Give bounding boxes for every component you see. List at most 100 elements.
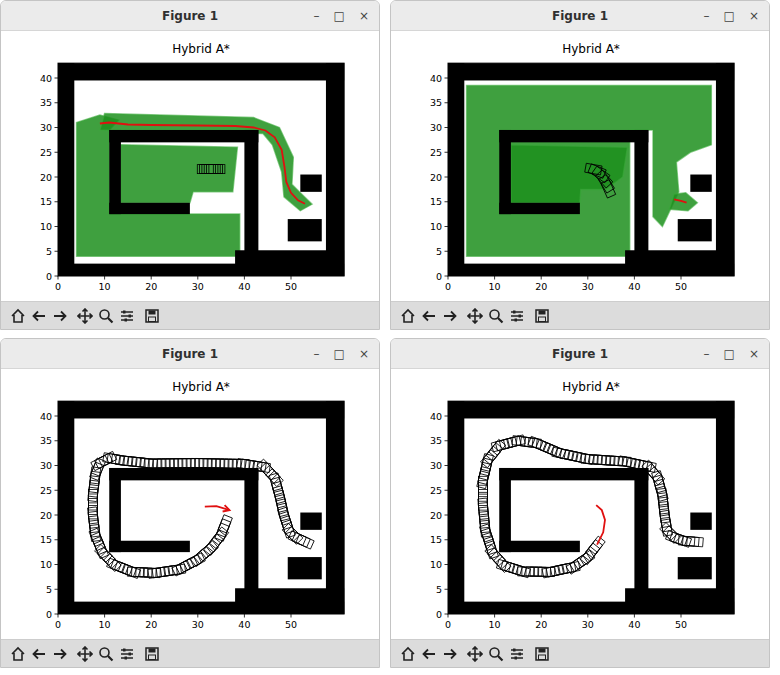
toolbar-button[interactable]	[118, 644, 136, 664]
magnifier-icon[interactable]	[488, 308, 504, 324]
y-tick-label: 15	[430, 196, 442, 207]
toolbar-button[interactable]	[30, 644, 48, 664]
sliders-icon[interactable]	[509, 308, 525, 324]
forward-arrow-icon[interactable]	[442, 308, 458, 324]
window-control[interactable]: □	[724, 348, 735, 360]
obstacle	[288, 557, 322, 579]
plot-figure: Hybrid A*010203040500510152025303540	[1, 369, 379, 639]
save-icon[interactable]	[534, 646, 550, 662]
save-icon[interactable]	[534, 308, 550, 324]
y-tick-label: 20	[430, 510, 442, 521]
move-icon[interactable]	[77, 646, 93, 662]
forward-arrow-icon[interactable]	[52, 646, 68, 662]
toolbar-button[interactable]	[441, 306, 459, 326]
back-arrow-icon[interactable]	[31, 646, 47, 662]
toolbar-button[interactable]	[51, 306, 69, 326]
window-control[interactable]: –	[704, 10, 710, 22]
home-icon[interactable]	[10, 646, 26, 662]
home-icon[interactable]	[10, 308, 26, 324]
forward-arrow-icon[interactable]	[442, 646, 458, 662]
toolbar-button[interactable]	[51, 644, 69, 664]
obstacle	[109, 130, 121, 214]
sliders-icon[interactable]	[119, 646, 135, 662]
toolbar	[391, 639, 769, 667]
toolbar-button[interactable]	[441, 644, 459, 664]
window-title: Figure 1	[552, 9, 608, 23]
magnifier-icon[interactable]	[488, 646, 504, 662]
figure-window: Figure 1 – □ × Hybrid A*010203040500510152…	[0, 338, 380, 668]
toolbar-button[interactable]	[508, 306, 526, 326]
window-control[interactable]: ×	[749, 348, 759, 360]
obstacle	[499, 130, 648, 142]
title-bar[interactable]: Figure 1 –□×	[1, 1, 379, 31]
toolbar-button[interactable]	[143, 306, 161, 326]
magnifier-icon[interactable]	[98, 308, 114, 324]
toolbar-button[interactable]	[97, 306, 115, 326]
back-arrow-icon[interactable]	[421, 646, 437, 662]
toolbar-button[interactable]	[118, 306, 136, 326]
window-control[interactable]: ×	[749, 10, 759, 22]
toolbar-button[interactable]	[420, 306, 438, 326]
toolbar-button[interactable]	[508, 644, 526, 664]
axes	[58, 401, 344, 614]
window-control[interactable]: □	[334, 348, 345, 360]
toolbar-button[interactable]	[76, 644, 94, 664]
window-title: Figure 1	[552, 347, 608, 361]
toolbar-button[interactable]	[533, 306, 551, 326]
toolbar-button[interactable]	[399, 644, 417, 664]
y-tick-label: 5	[436, 584, 442, 595]
window-control[interactable]: –	[314, 348, 320, 360]
toolbar-button[interactable]	[97, 644, 115, 664]
window-control[interactable]: □	[334, 10, 345, 22]
figure-window: Figure 1 –□× Hybrid A*010203040500510152…	[390, 0, 770, 330]
sliders-icon[interactable]	[509, 646, 525, 662]
y-tick-label: 40	[430, 73, 442, 84]
x-tick-label: 10	[489, 281, 501, 292]
toolbar-button[interactable]	[9, 306, 27, 326]
window-control[interactable]: □	[724, 10, 735, 22]
toolbar-button[interactable]	[420, 644, 438, 664]
toolbar-button[interactable]	[9, 644, 27, 664]
title-bar[interactable]: Figure 1 – □ ×	[391, 1, 769, 31]
title-bar[interactable]: Figure 1 – □ ×	[1, 339, 379, 369]
window-control[interactable]: ×	[359, 348, 369, 360]
back-arrow-icon[interactable]	[421, 308, 437, 324]
toolbar-button[interactable]	[143, 644, 161, 664]
obstacle	[499, 130, 511, 214]
title-bar[interactable]: Figure 1 – □ ×	[391, 339, 769, 369]
home-icon[interactable]	[400, 646, 416, 662]
obstacle	[326, 401, 344, 614]
obstacle	[716, 63, 734, 276]
x-tick-label: 20	[145, 619, 157, 630]
forward-arrow-icon[interactable]	[52, 308, 68, 324]
sliders-icon[interactable]	[119, 308, 135, 324]
move-icon[interactable]	[467, 308, 483, 324]
y-tick-label: 40	[40, 73, 52, 84]
obstacle	[678, 557, 712, 579]
obstacle	[109, 541, 190, 552]
y-tick-label: 30	[430, 460, 442, 471]
toolbar-button[interactable]	[399, 306, 417, 326]
toolbar-button[interactable]	[533, 644, 551, 664]
figure-window: Figure 1 –□× Hybrid A*010203040500510152…	[0, 0, 380, 330]
save-icon[interactable]	[144, 646, 160, 662]
magnifier-icon[interactable]	[98, 646, 114, 662]
move-icon[interactable]	[467, 646, 483, 662]
window-control[interactable]: –	[314, 10, 320, 22]
window-title: Figure 1	[162, 347, 218, 361]
window-control[interactable]: –	[704, 348, 710, 360]
y-tick-label: 25	[40, 147, 52, 158]
toolbar-button[interactable]	[466, 306, 484, 326]
save-icon[interactable]	[144, 308, 160, 324]
window-control[interactable]: ×	[359, 10, 369, 22]
move-icon[interactable]	[77, 308, 93, 324]
toolbar-button[interactable]	[487, 644, 505, 664]
toolbar-button[interactable]	[487, 306, 505, 326]
toolbar-button[interactable]	[76, 306, 94, 326]
obstacle	[634, 468, 648, 589]
vehicle-footprint	[660, 523, 678, 541]
home-icon[interactable]	[400, 308, 416, 324]
back-arrow-icon[interactable]	[31, 308, 47, 324]
toolbar-button[interactable]	[30, 306, 48, 326]
toolbar-button[interactable]	[466, 644, 484, 664]
